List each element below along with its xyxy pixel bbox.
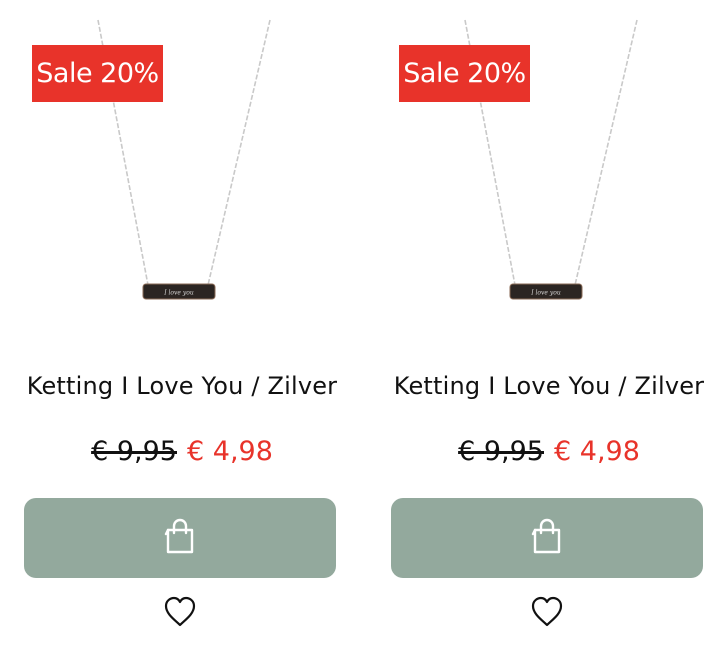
product-card: I love you Sale 20% Ketting I Love You /… <box>375 0 723 654</box>
pendant-engraving: I love you <box>530 290 561 297</box>
product-card: I love you Sale 20% Ketting I Love You /… <box>8 0 356 654</box>
wishlist-button[interactable] <box>163 595 197 629</box>
add-to-cart-button[interactable] <box>391 498 703 578</box>
pendant-engraving: I love you <box>163 290 194 297</box>
sale-badge: Sale 20% <box>399 45 530 102</box>
product-grid: I love you Sale 20% Ketting I Love You /… <box>0 0 728 654</box>
add-to-cart-button[interactable] <box>24 498 336 578</box>
old-price: € 9,95 <box>91 436 177 467</box>
shopping-bag-icon <box>164 518 194 554</box>
heart-icon <box>531 596 563 627</box>
old-price: € 9,95 <box>458 436 544 467</box>
product-image[interactable]: I love you Sale 20% <box>8 0 356 360</box>
product-title[interactable]: Ketting I Love You / Zilver <box>375 372 723 400</box>
heart-icon <box>164 596 196 627</box>
sale-badge: Sale 20% <box>32 45 163 102</box>
shopping-bag-icon <box>531 518 561 554</box>
sale-price: € 4,98 <box>554 436 640 467</box>
price-row: € 9,95 € 4,98 <box>375 436 723 467</box>
product-image[interactable]: I love you Sale 20% <box>375 0 723 360</box>
product-title[interactable]: Ketting I Love You / Zilver <box>8 372 356 400</box>
price-row: € 9,95 € 4,98 <box>8 436 356 467</box>
sale-price: € 4,98 <box>187 436 273 467</box>
wishlist-button[interactable] <box>530 595 564 629</box>
